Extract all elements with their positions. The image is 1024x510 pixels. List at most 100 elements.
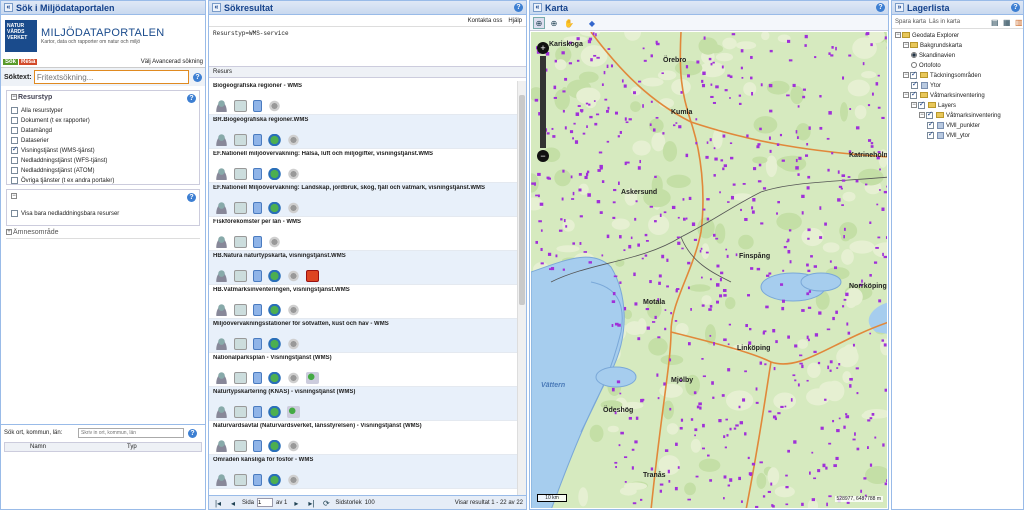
place-input[interactable] <box>78 428 184 438</box>
result-row[interactable]: Områden känsliga för fosfor - WMS <box>209 455 517 489</box>
globe-icon[interactable] <box>268 168 281 180</box>
zoom-track[interactable] <box>540 56 546 148</box>
result-row[interactable]: Biogeografiska regioner - WMS <box>209 81 517 115</box>
resource-type-checkbox[interactable] <box>11 145 18 155</box>
layer-checkbox[interactable] <box>911 80 918 90</box>
doc-icon[interactable] <box>253 372 262 384</box>
help-icon[interactable]: ? <box>514 3 523 12</box>
map-icon[interactable] <box>234 202 247 214</box>
map-icon[interactable] <box>234 270 247 282</box>
zoom-slider[interactable]: + − <box>537 42 549 162</box>
gear-icon[interactable] <box>287 372 300 384</box>
result-title[interactable]: HB.Våtmarksinventeringen, visningstjänst… <box>213 287 513 297</box>
page-input[interactable] <box>257 498 274 507</box>
last-page-icon[interactable]: ▸| <box>305 497 317 509</box>
doc-icon[interactable] <box>253 236 262 248</box>
result-row[interactable]: EF.Nationell miljöövervakning: Hälsa, lu… <box>209 149 517 183</box>
result-row[interactable]: BR.Biogeografiska regioner.WMS <box>209 115 517 149</box>
result-row[interactable]: HB.Natura naturtypskarta, visningstjänst… <box>209 251 517 285</box>
layer-checkbox[interactable] <box>927 120 934 130</box>
collapse-icon[interactable]: − <box>903 42 909 49</box>
zoom-in-icon[interactable]: ⊕ <box>548 17 560 29</box>
layer-tree-node[interactable]: VMI_punkter <box>895 120 1020 131</box>
resource-type-item[interactable]: Övriga tjänster (t ex andra portaler) <box>11 176 195 186</box>
load-map-link[interactable]: Läs in karta <box>929 19 960 25</box>
help-icon[interactable]: ? <box>187 193 196 202</box>
globe-icon[interactable] <box>268 406 281 418</box>
resource-type-checkbox[interactable] <box>11 156 18 164</box>
globe-icon[interactable] <box>268 440 281 452</box>
collapse-icon[interactable]: « <box>533 3 542 12</box>
layer-tree-node[interactable]: − Bakgrundskarta <box>895 41 1020 51</box>
result-row[interactable]: Naturvårdsavtal (Naturvårdsverket, länss… <box>209 421 517 455</box>
tab-search[interactable]: Sök <box>3 59 19 65</box>
resource-type-item[interactable]: Alla resurstyper <box>11 106 195 116</box>
resource-type-checkbox[interactable] <box>11 136 18 144</box>
result-title[interactable]: Områden känsliga för fosfor - WMS <box>213 457 513 467</box>
doc-icon[interactable] <box>253 100 262 112</box>
layer-radio[interactable] <box>911 62 917 69</box>
layer-checkbox[interactable] <box>910 70 917 80</box>
gear-icon[interactable] <box>268 236 281 248</box>
map-icon[interactable] <box>234 100 247 112</box>
result-title[interactable]: Naturvårdsavtal (Naturvårdsverket, länss… <box>213 423 513 433</box>
collapse-icon[interactable]: − <box>903 92 909 99</box>
doc-icon[interactable] <box>253 134 262 146</box>
expand-icon[interactable]: + <box>6 229 12 236</box>
result-title[interactable]: HB.Natura naturtypskarta, visningstjänst… <box>213 253 513 263</box>
result-title[interactable]: EF.Nationell miljöövervakning: Hälsa, lu… <box>213 151 513 161</box>
tab-travel[interactable]: Resa <box>19 59 38 65</box>
map-icon[interactable] <box>234 372 247 384</box>
layer-tree-node[interactable]: − Våtmarksinventering <box>895 110 1020 121</box>
person-icon[interactable] <box>215 372 228 384</box>
resource-type-checkbox[interactable] <box>11 116 18 124</box>
contact-link[interactable]: Kontakta oss <box>468 18 503 24</box>
collapse-icon[interactable]: « <box>212 3 221 12</box>
map-icon[interactable] <box>234 474 247 486</box>
gear-icon[interactable] <box>287 338 300 350</box>
next-page-icon[interactable]: ▸ <box>290 497 302 509</box>
help-icon[interactable]: ? <box>188 428 197 438</box>
person-icon[interactable] <box>215 304 228 316</box>
download-only-checkbox[interactable] <box>11 210 18 217</box>
resource-type-checkbox[interactable] <box>11 176 18 184</box>
doc-icon[interactable] <box>253 440 262 452</box>
col-name[interactable]: Namn <box>5 443 103 451</box>
collapse-icon[interactable]: » <box>895 3 904 12</box>
collapse-icon[interactable]: − <box>919 112 925 119</box>
globe-icon[interactable] <box>268 304 281 316</box>
globe-icon[interactable] <box>268 134 281 146</box>
doc-icon[interactable] <box>253 406 262 418</box>
map-icon[interactable] <box>234 134 247 146</box>
map-icon[interactable] <box>234 168 247 180</box>
collapse-icon[interactable]: − <box>895 32 901 39</box>
map-icon[interactable] <box>234 304 247 316</box>
gear-icon[interactable] <box>287 202 300 214</box>
collapse-icon[interactable]: − <box>903 72 909 79</box>
map-icon[interactable] <box>234 236 247 248</box>
legend-icon[interactable]: ▥ <box>1014 16 1023 28</box>
list-icon[interactable]: ▤ <box>990 16 999 28</box>
resource-type-checkbox[interactable] <box>11 166 18 174</box>
pagesize-value[interactable]: 100 <box>365 500 375 506</box>
help-icon[interactable]: ? <box>876 3 885 12</box>
result-title[interactable]: Fiskförekomster per län - WMS <box>213 219 513 229</box>
map-icon[interactable] <box>234 338 247 350</box>
gear-icon[interactable] <box>287 270 300 282</box>
doc-icon[interactable] <box>253 202 262 214</box>
help-link[interactable]: Hjälp <box>508 18 522 24</box>
person-icon[interactable] <box>215 474 228 486</box>
result-row[interactable]: Naturtypskartering (KNAS) - visningstjän… <box>209 387 517 421</box>
collapse-icon[interactable]: − <box>11 193 17 200</box>
subject-header[interactable]: + Ämnesområde <box>6 229 200 239</box>
result-row[interactable]: HB.Våtmarksinventeringen, visningstjänst… <box>209 285 517 319</box>
person-icon[interactable] <box>215 134 228 146</box>
result-title[interactable]: BR.Biogeografiska regioner.WMS <box>213 117 513 127</box>
results-column-header[interactable]: Resurs <box>209 67 526 78</box>
result-row[interactable]: Miljöövervakningsstationer för sötvatten… <box>209 319 517 353</box>
gear-icon[interactable] <box>287 134 300 146</box>
pdf-icon[interactable] <box>306 270 319 282</box>
results-scrollbar[interactable] <box>517 81 526 495</box>
resource-type-item[interactable]: Nedladdningstjänst (ATOM) <box>11 166 195 176</box>
scrollbar-thumb[interactable] <box>519 95 525 305</box>
